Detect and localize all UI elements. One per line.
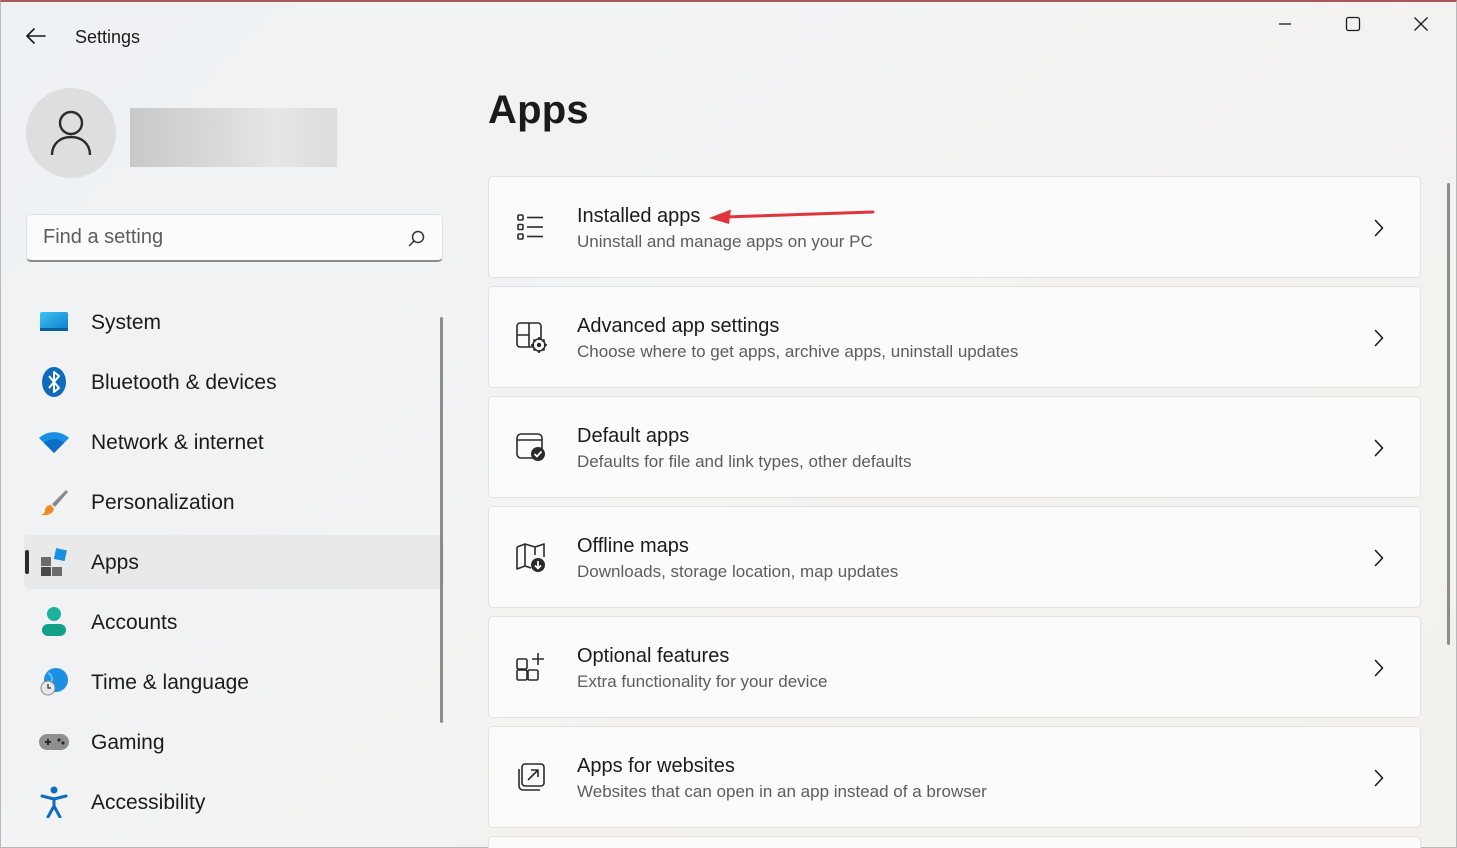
card-subtitle: Choose where to get apps, archive apps, … — [577, 342, 1019, 361]
accessibility-icon — [38, 786, 70, 818]
sidebar-item-time-language[interactable]: Time & language — [24, 655, 444, 709]
open-external-icon — [515, 760, 547, 794]
globe-clock-icon — [38, 667, 70, 697]
card-title: Installed apps — [577, 205, 701, 227]
default-apps-icon — [515, 430, 547, 464]
title-bar: Settings — [0, 0, 1457, 70]
sidebar-item-label: Time & language — [91, 671, 249, 694]
apps-icon — [38, 547, 70, 577]
sidebar-item-label: Apps — [91, 551, 139, 574]
card-subtitle: Extra functionality for your device — [577, 672, 828, 691]
sidebar-item-label: Gaming — [91, 731, 165, 754]
card-subtitle: Websites that can open in an app instead… — [577, 782, 987, 801]
main-scrollbar[interactable] — [1447, 183, 1450, 645]
search-input[interactable] — [27, 215, 397, 259]
sidebar-item-label: Bluetooth & devices — [91, 371, 277, 394]
card-next-partial[interactable] — [488, 836, 1421, 848]
sidebar-item-gaming[interactable]: Gaming — [24, 715, 444, 769]
card-title: Advanced app settings — [577, 315, 780, 337]
maximize-icon — [1345, 16, 1361, 32]
sidebar-scrollbar[interactable] — [440, 317, 443, 723]
sidebar-item-label: Accounts — [91, 611, 178, 634]
sidebar-item-bluetooth[interactable]: Bluetooth & devices — [24, 355, 444, 409]
close-icon — [1414, 17, 1428, 31]
card-title: Optional features — [577, 645, 730, 667]
gamepad-icon — [38, 727, 70, 757]
chevron-right-icon — [1369, 216, 1389, 240]
wifi-icon — [38, 427, 70, 457]
sidebar-item-label: Personalization — [91, 491, 235, 514]
app-title: Settings — [75, 27, 141, 47]
back-arrow-icon — [26, 28, 46, 44]
card-subtitle: Downloads, storage location, map updates — [577, 562, 899, 581]
chevron-right-icon — [1369, 656, 1389, 680]
card-subtitle: Defaults for file and link types, other … — [577, 452, 912, 471]
sidebar-item-apps[interactable]: Apps — [24, 535, 444, 589]
sidebar-item-accounts[interactable]: Accounts — [24, 595, 444, 649]
search-box — [26, 214, 443, 262]
sidebar-item-label: System — [91, 311, 162, 334]
close-button[interactable] — [1398, 8, 1444, 40]
app-settings-icon — [515, 320, 547, 354]
card-optional-features[interactable]: Optional features Extra functionality fo… — [488, 616, 1421, 718]
card-offline-maps[interactable]: Offline maps Downloads, storage location… — [488, 506, 1421, 608]
card-installed-apps[interactable]: Installed apps Uninstall and manage apps… — [488, 176, 1421, 278]
chevron-right-icon — [1369, 546, 1389, 570]
minimize-icon — [1279, 23, 1291, 25]
card-apps-for-websites[interactable]: Apps for websites Websites that can open… — [488, 726, 1421, 828]
card-advanced-app-settings[interactable]: Advanced app settings Choose where to ge… — [488, 286, 1421, 388]
sidebar-item-network[interactable]: Network & internet — [24, 415, 444, 469]
map-download-icon — [515, 540, 547, 574]
profile-name-redacted — [130, 108, 337, 167]
bluetooth-icon — [38, 367, 70, 397]
system-icon — [38, 307, 70, 337]
chevron-right-icon — [1369, 436, 1389, 460]
maximize-button[interactable] — [1330, 8, 1376, 40]
back-button[interactable] — [20, 22, 52, 50]
paintbrush-icon — [38, 487, 70, 517]
search-icon[interactable] — [407, 229, 427, 249]
card-subtitle: Uninstall and manage apps on your PC — [577, 232, 873, 251]
sidebar-item-label: Network & internet — [91, 431, 264, 454]
add-grid-icon — [515, 650, 547, 684]
card-default-apps[interactable]: Default apps Defaults for file and link … — [488, 396, 1421, 498]
card-title: Default apps — [577, 425, 690, 447]
minimize-button[interactable] — [1262, 8, 1308, 40]
list-icon — [515, 210, 547, 244]
avatar[interactable] — [26, 88, 116, 178]
sidebar-item-system[interactable]: System — [24, 295, 444, 349]
accounts-icon — [38, 607, 70, 637]
page-title: Apps — [488, 88, 589, 132]
sidebar-nav: System Bluetooth & devices Network & int… — [24, 295, 444, 835]
chevron-right-icon — [1369, 766, 1389, 790]
card-title: Offline maps — [577, 535, 689, 557]
user-icon — [50, 110, 92, 156]
sidebar-item-personalization[interactable]: Personalization — [24, 475, 444, 529]
sidebar-item-label: Accessibility — [91, 791, 206, 814]
sidebar-item-accessibility[interactable]: Accessibility — [24, 775, 444, 829]
chevron-right-icon — [1369, 326, 1389, 350]
settings-card-list: Installed apps Uninstall and manage apps… — [488, 176, 1421, 848]
active-indicator — [25, 550, 29, 574]
card-title: Apps for websites — [577, 755, 735, 777]
